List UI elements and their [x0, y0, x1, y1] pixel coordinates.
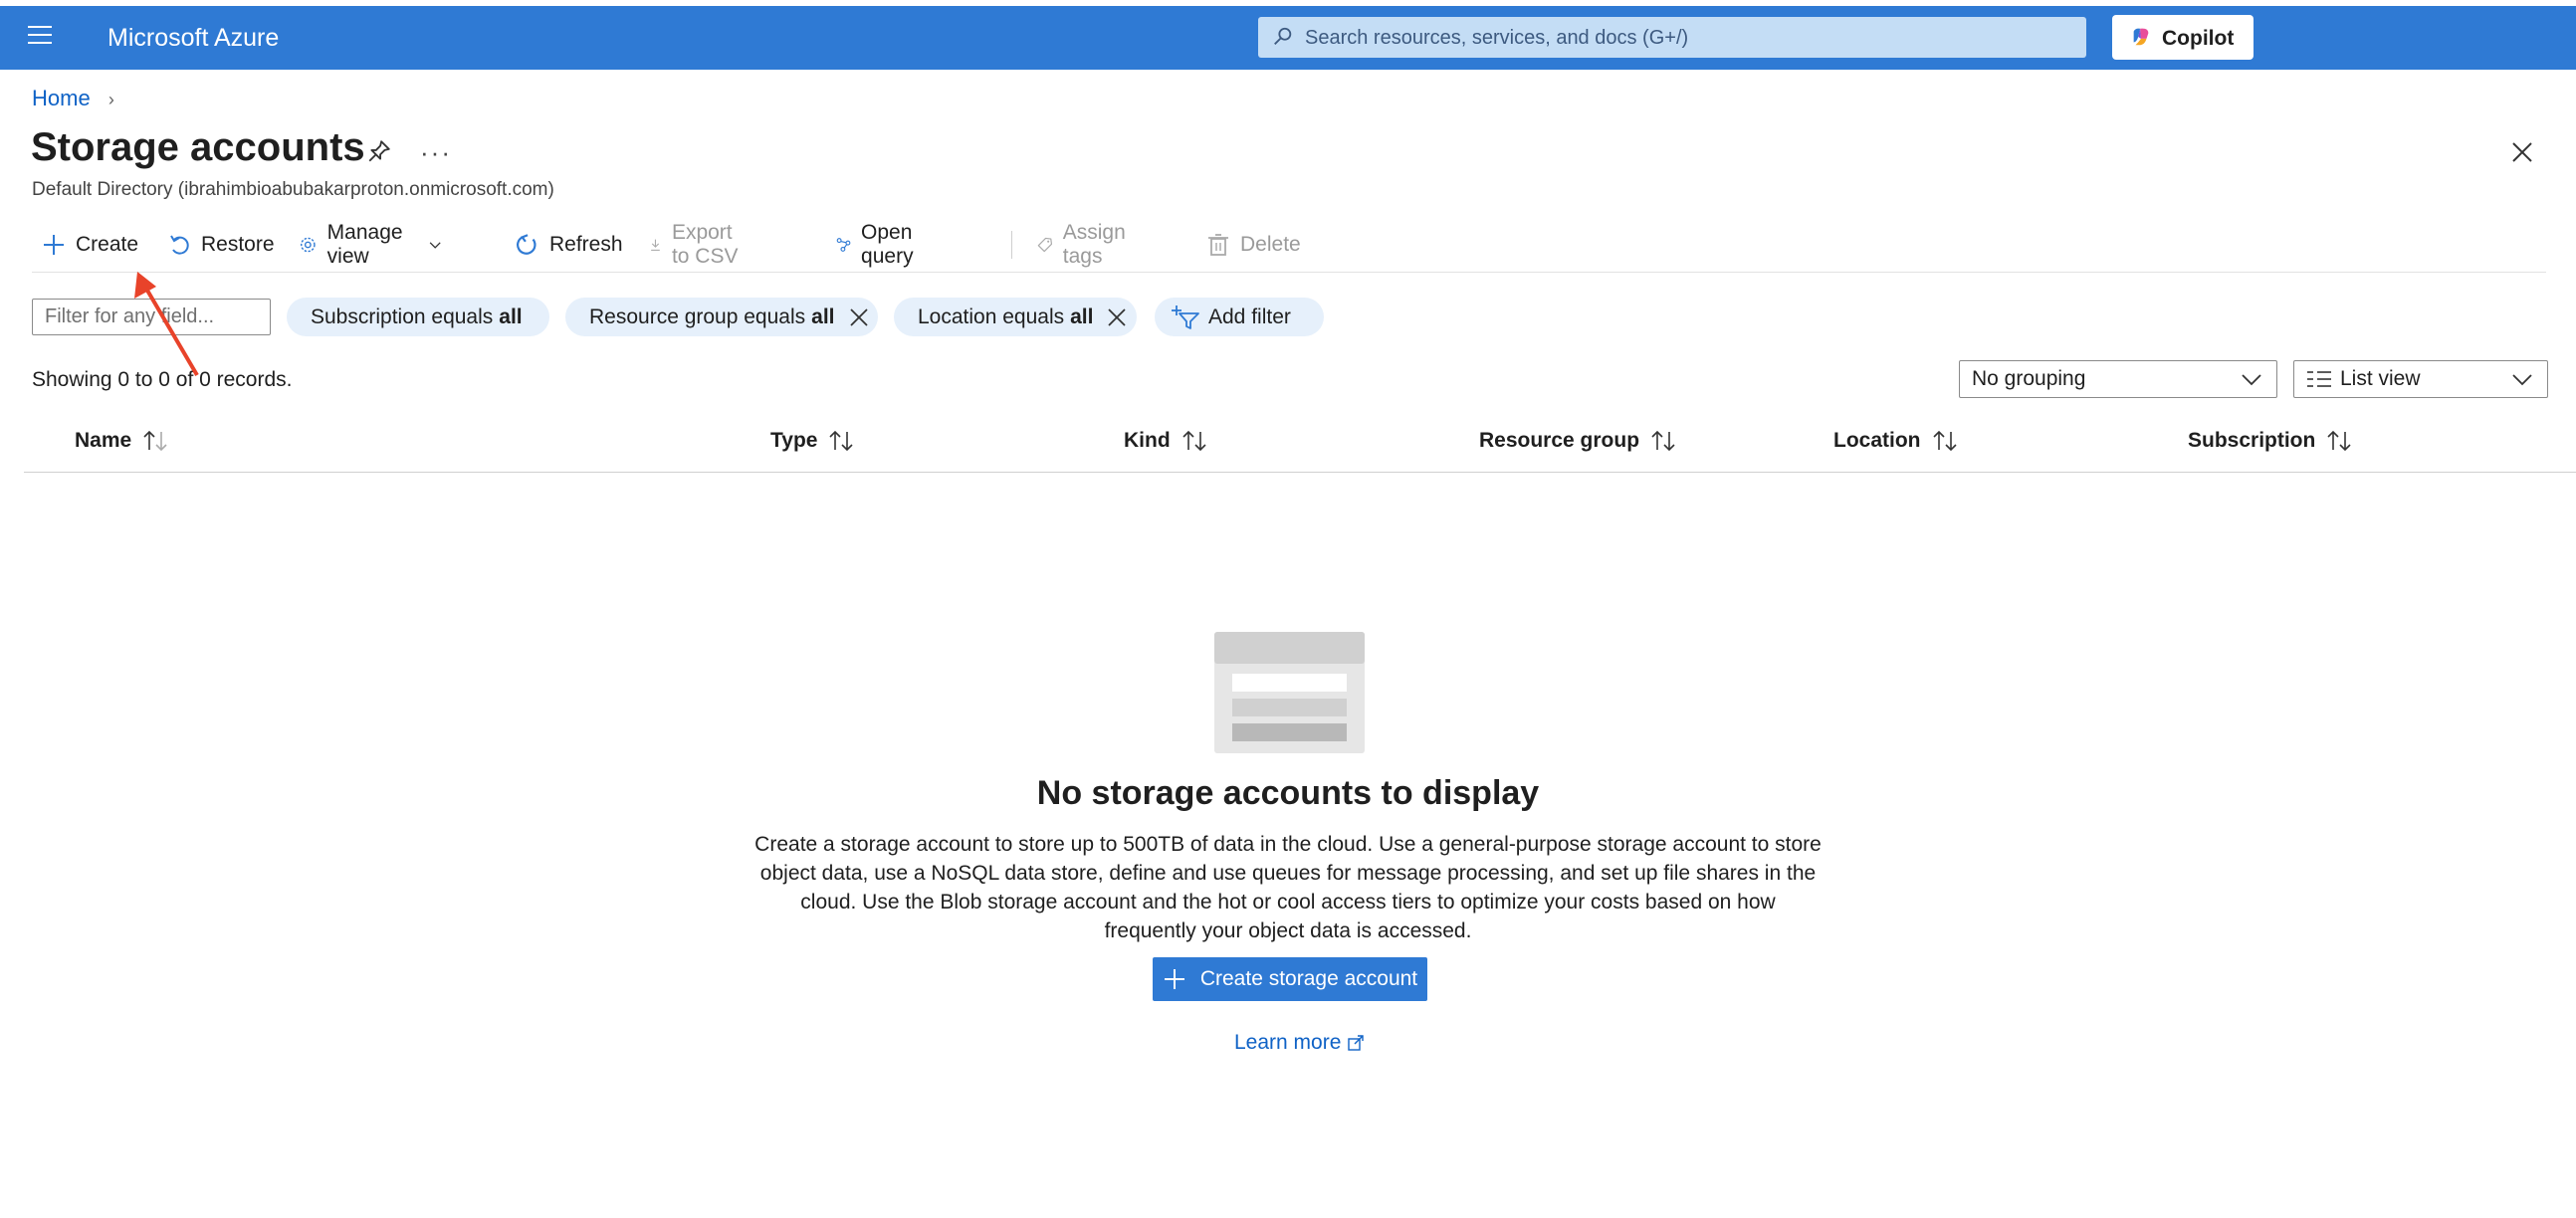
- delete-button[interactable]: Delete: [1206, 227, 1301, 263]
- filter-input[interactable]: [32, 299, 271, 335]
- plus-icon: [1164, 969, 1184, 989]
- open-query-button[interactable]: Open query: [836, 221, 925, 268]
- records-count: Showing 0 to 0 of 0 records.: [32, 368, 293, 391]
- table-header-divider: [24, 472, 2576, 473]
- create-storage-account-button[interactable]: Create storage account: [1153, 957, 1427, 1001]
- add-filter-button[interactable]: Add filter: [1155, 298, 1324, 336]
- subscription-filter-value: all: [499, 304, 523, 328]
- trash-icon: [1208, 234, 1228, 256]
- toolbar-divider-line: [32, 272, 2546, 273]
- delete-label: Delete: [1240, 233, 1301, 256]
- search-icon: [1274, 27, 1292, 45]
- download-icon: [651, 239, 660, 251]
- toolbar-divider: [1011, 231, 1012, 259]
- subscription-filter-label: Subscription equals: [311, 304, 494, 328]
- search-placeholder: Search resources, services, and docs (G+…: [1305, 27, 1689, 49]
- column-header-label: Resource group: [1479, 429, 1640, 452]
- tag-icon: [1037, 237, 1053, 253]
- learn-more-link[interactable]: Learn more: [1234, 1031, 1365, 1055]
- create-button[interactable]: Create: [42, 227, 138, 263]
- column-header-label: Subscription: [2188, 429, 2316, 452]
- column-header-label: Kind: [1124, 429, 1171, 452]
- sort-icon: [1932, 430, 1957, 452]
- remove-filter-icon[interactable]: [849, 307, 869, 327]
- subscription-filter-pill[interactable]: Subscription equals all: [287, 298, 549, 336]
- create-label: Create: [76, 233, 139, 256]
- column-header-subscription[interactable]: Subscription: [2188, 429, 2353, 453]
- empty-state-description: Create a storage account to store up to …: [754, 833, 1822, 942]
- sort-icon: [143, 430, 167, 452]
- restore-icon: [170, 235, 189, 255]
- column-header-resource-group[interactable]: Resource group: [1479, 429, 1677, 453]
- column-header-location[interactable]: Location: [1833, 429, 1959, 453]
- breadcrumb-home-link[interactable]: Home: [32, 86, 91, 110]
- query-icon: [836, 238, 851, 252]
- manage-view-button[interactable]: Manage view: [299, 221, 442, 268]
- chevron-down-icon: [2242, 374, 2261, 386]
- more-options-icon[interactable]: ···: [420, 137, 452, 168]
- location-filter-label: Location equals: [918, 304, 1065, 328]
- remove-filter-icon[interactable]: [1107, 307, 1127, 327]
- page-subtitle: Default Directory (ibrahimbioabubakarpro…: [32, 179, 554, 200]
- restore-label: Restore: [201, 233, 275, 256]
- grouping-dropdown[interactable]: No grouping: [1959, 360, 2277, 398]
- export-csv-label: Export to CSV: [671, 221, 739, 268]
- sort-icon: [1182, 430, 1206, 452]
- add-filter-icon: [1172, 304, 1199, 329]
- resource-group-filter-pill[interactable]: Resource group equals all: [565, 298, 878, 336]
- list-view-dropdown[interactable]: List view: [2293, 360, 2548, 398]
- close-icon[interactable]: [2510, 140, 2534, 164]
- list-view-value: List view: [2340, 367, 2421, 390]
- gear-icon: [301, 237, 316, 253]
- pin-icon[interactable]: [366, 138, 392, 164]
- column-header-label: Name: [75, 429, 132, 452]
- chevron-right-icon: ›: [107, 90, 114, 109]
- assign-tags-label: Assign tags: [1062, 221, 1126, 268]
- restore-button[interactable]: Restore: [167, 227, 275, 263]
- location-filter-value: all: [1070, 304, 1094, 328]
- hamburger-menu-icon[interactable]: [28, 26, 52, 48]
- resource-group-filter-value: all: [811, 304, 835, 328]
- breadcrumb: Home ›: [32, 86, 114, 111]
- refresh-button[interactable]: Refresh: [514, 227, 623, 263]
- refresh-label: Refresh: [549, 233, 623, 256]
- sort-icon: [2327, 430, 2351, 452]
- chevron-down-icon: [2512, 374, 2532, 386]
- global-search-input[interactable]: Search resources, services, and docs (G+…: [1258, 17, 2086, 58]
- top-bar: Microsoft Azure Search resources, servic…: [0, 6, 2576, 70]
- column-header-kind[interactable]: Kind: [1124, 429, 1208, 453]
- assign-tags-button[interactable]: Assign tags: [1037, 221, 1134, 268]
- grouping-value: No grouping: [1972, 367, 2086, 390]
- page-title: Storage accounts: [31, 125, 365, 169]
- brand-title[interactable]: Microsoft Azure: [107, 24, 279, 53]
- column-header-label: Type: [770, 429, 818, 452]
- empty-state-title: No storage accounts to display: [1036, 774, 1540, 812]
- resource-group-filter-label: Resource group equals: [589, 304, 806, 328]
- empty-storage-illustration: [1214, 632, 1365, 753]
- copilot-label: Copilot: [2162, 27, 2235, 50]
- add-filter-label: Add filter: [1208, 304, 1291, 328]
- sort-icon: [1651, 430, 1675, 452]
- sort-icon: [829, 430, 854, 452]
- column-header-label: Location: [1833, 429, 1921, 452]
- open-query-label: Open query: [861, 221, 914, 268]
- list-view-icon: [2307, 371, 2331, 387]
- copilot-button[interactable]: Copilot: [2112, 15, 2254, 60]
- external-link-icon: [1348, 1035, 1365, 1051]
- refresh-icon: [517, 234, 537, 255]
- column-header-name[interactable]: Name: [75, 429, 169, 453]
- export-csv-button[interactable]: Export to CSV: [649, 221, 744, 268]
- column-header-type[interactable]: Type: [770, 429, 855, 453]
- learn-more-label: Learn more: [1234, 1031, 1342, 1054]
- plus-icon: [44, 235, 64, 255]
- manage-view-label: Manage view: [326, 221, 403, 268]
- copilot-icon: [2133, 28, 2149, 46]
- create-storage-account-label: Create storage account: [1199, 967, 1418, 990]
- location-filter-pill[interactable]: Location equals all: [894, 298, 1137, 336]
- chevron-down-icon: [429, 242, 441, 249]
